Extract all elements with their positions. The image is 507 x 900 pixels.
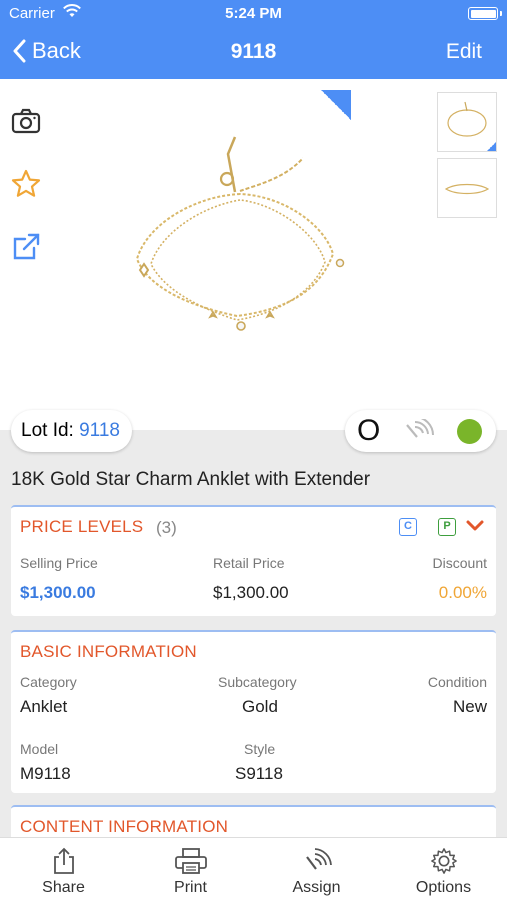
image-actions: [10, 105, 42, 294]
p-badge: P: [438, 518, 456, 536]
tab-options-label: Options: [415, 879, 472, 896]
style-label: Style: [244, 741, 276, 757]
thumbnail-image: [444, 183, 490, 195]
tab-assign[interactable]: Assign: [253, 838, 380, 900]
discount-value: 0.00%: [438, 583, 487, 602]
selling-price-label: Selling Price: [20, 555, 98, 571]
model-label: Model: [20, 741, 59, 757]
image-corner-marker: [321, 90, 351, 120]
edit-button[interactable]: Edit: [446, 40, 482, 64]
status-letter: O: [357, 414, 381, 447]
condition-label: Condition: [427, 674, 487, 690]
tab-share-label: Share: [42, 879, 85, 896]
camera-icon[interactable]: [10, 105, 42, 137]
rfid-icon: [406, 419, 434, 438]
chevron-down-icon[interactable]: [465, 517, 485, 535]
category-value: Anklet: [20, 697, 68, 716]
selling-price-value: $1,300.00: [20, 583, 96, 602]
thumbnail-2[interactable]: [437, 158, 497, 218]
price-levels-title: PRICE LEVELS: [20, 517, 144, 536]
lot-id-value: 9118: [79, 420, 120, 441]
thumbnail-image: [447, 101, 487, 137]
product-image[interactable]: [125, 134, 350, 339]
battery-icon: [468, 7, 502, 20]
content-information-title: CONTENT INFORMATION: [20, 817, 229, 836]
status-indicators: O: [345, 410, 496, 452]
retail-price-label: Retail Price: [213, 555, 285, 571]
category-label: Category: [20, 674, 77, 690]
rfid-icon: [305, 848, 332, 870]
star-icon[interactable]: [10, 168, 42, 200]
product-image-area: [0, 79, 507, 430]
style-value: S9118: [235, 764, 283, 783]
retail-price-value: $1,300.00: [213, 583, 289, 602]
share-icon: [53, 847, 74, 874]
price-levels-card[interactable]: PRICE LEVELS (3) C P Selling Price $1,30…: [11, 505, 496, 616]
printer-icon: [174, 848, 207, 874]
tab-assign-label: Assign: [292, 879, 341, 896]
tab-print-label: Print: [174, 879, 207, 896]
status-bar: Carrier 5:24 PM: [0, 0, 507, 28]
model-value: M9118: [20, 764, 71, 783]
status-dot: [457, 419, 482, 444]
c-badge: C: [399, 518, 417, 536]
basic-information-title: BASIC INFORMATION: [20, 642, 197, 661]
gear-icon: [430, 848, 457, 874]
clock: 5:24 PM: [225, 5, 282, 22]
discount-label: Discount: [432, 555, 487, 571]
thumbnail-1[interactable]: [437, 92, 497, 152]
subcategory-label: Subcategory: [218, 674, 297, 690]
product-name: 18K Gold Star Charm Anklet with Extender: [11, 469, 371, 490]
subcategory-value: Gold: [242, 697, 278, 716]
page-title: 9118: [230, 40, 277, 63]
price-levels-count: (3): [156, 518, 177, 537]
condition-value: New: [452, 697, 487, 716]
tab-print[interactable]: Print: [127, 838, 254, 900]
lot-id-label: Lot Id:: [21, 420, 74, 441]
nav-bar: Back 9118 Edit: [0, 28, 507, 79]
tab-options[interactable]: Options: [380, 838, 507, 900]
external-link-icon[interactable]: [10, 231, 42, 263]
header: Carrier 5:24 PM Back 9118 Edit: [0, 0, 507, 79]
product-detail-screen: Carrier 5:24 PM Back 9118 Edit Lot Id: 9…: [0, 0, 507, 900]
bottom-tab-bar: Share Print Assign Options: [0, 837, 507, 900]
lot-id-badge: Lot Id: 9118: [11, 410, 132, 452]
basic-information-card: BASIC INFORMATION Category Anklet Subcat…: [11, 630, 496, 793]
tab-share[interactable]: Share: [0, 838, 127, 900]
